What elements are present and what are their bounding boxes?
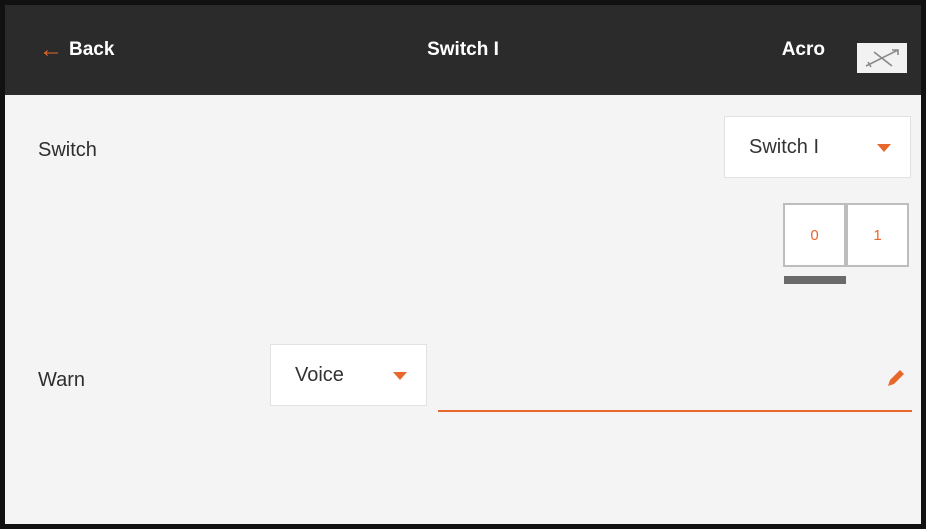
- chevron-down-icon: [393, 372, 407, 380]
- position-0-button[interactable]: 0: [783, 203, 846, 267]
- switch-dropdown-value: Switch I: [749, 135, 820, 158]
- top-bar: ← Back Switch I Acro: [5, 5, 921, 95]
- screen: ← Back Switch I Acro Switch Switch I 0 1…: [0, 0, 926, 529]
- warn-label: Warn: [38, 369, 86, 391]
- airplane-icon[interactable]: [857, 43, 907, 73]
- warn-text-field[interactable]: [438, 348, 912, 412]
- active-position-indicator: [784, 276, 846, 284]
- switch-dropdown[interactable]: Switch I: [724, 116, 911, 178]
- pencil-icon[interactable]: [884, 366, 908, 390]
- switch-label: Switch: [38, 139, 97, 161]
- arrow-left-icon: ←: [39, 36, 63, 63]
- chevron-down-icon: [877, 144, 891, 152]
- warn-type-value: Voice: [295, 363, 344, 386]
- back-label: Back: [69, 39, 115, 60]
- model-name[interactable]: Acro: [782, 5, 825, 95]
- back-button[interactable]: ← Back: [39, 5, 114, 95]
- warn-type-dropdown[interactable]: Voice: [270, 344, 427, 406]
- position-1-button[interactable]: 1: [846, 203, 909, 267]
